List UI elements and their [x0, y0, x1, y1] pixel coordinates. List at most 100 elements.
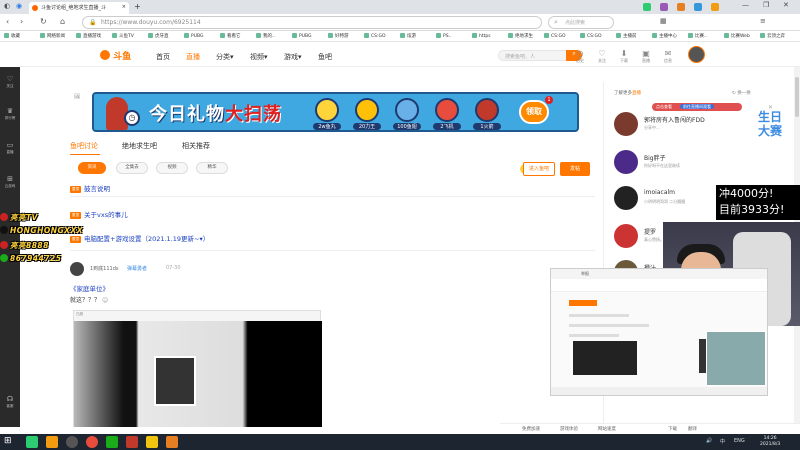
app-icon[interactable]	[66, 436, 78, 448]
reload-icon[interactable]: ↻	[40, 17, 47, 26]
bookmark-item[interactable]: CS:GO	[580, 33, 602, 39]
filter-all[interactable]: 全集去	[116, 162, 148, 174]
sidebar-item-service[interactable]: ☊ 客服	[0, 395, 20, 409]
windows-start-icon[interactable]: ⊞	[4, 436, 16, 448]
gift-power[interactable]: 20力王	[353, 98, 381, 130]
app-icon[interactable]	[26, 436, 38, 448]
bookmark-item[interactable]: PUBG	[292, 33, 312, 39]
bookmark-item[interactable]: 好特游	[328, 33, 349, 39]
back-icon[interactable]: ‹	[6, 17, 9, 26]
home-icon[interactable]: ⌂	[60, 17, 65, 26]
post-button[interactable]: 发帖	[560, 162, 590, 176]
maximize-button[interactable]: ❐	[763, 1, 769, 9]
new-tab-button[interactable]: +	[134, 2, 141, 11]
forward-icon[interactable]: ›	[20, 17, 23, 26]
filter-info[interactable]: 资讯	[78, 162, 106, 174]
side-promo-banner[interactable]: 生日大赛	[756, 110, 784, 148]
menu-icon[interactable]: ≡	[760, 17, 766, 25]
bookmark-item[interactable]: 网络新闻	[40, 33, 65, 39]
tab-pubg-bar[interactable]: 绝地求生吧	[122, 141, 157, 151]
nav-fishbar[interactable]: 鱼吧	[318, 52, 332, 62]
extension-icon[interactable]	[677, 3, 685, 11]
anchor-avatar[interactable]	[614, 186, 638, 210]
join-fishbar-button[interactable]: 进入鱼吧	[523, 162, 555, 176]
nav-live[interactable]: 直播	[186, 52, 200, 62]
sidebar-item-live[interactable]: ▭ 直播	[0, 141, 20, 155]
anchor-name[interactable]: 郭将房有入鲁闯的FDD	[644, 115, 705, 124]
bookmark-item[interactable]: https	[472, 33, 491, 39]
apps-icon[interactable]: ▦	[660, 17, 667, 25]
gift-plane[interactable]: 2飞机	[433, 98, 461, 130]
sidebar-item-follow[interactable]: ♡ 关注	[0, 75, 20, 89]
bookmark-item[interactable]: 收藏	[4, 33, 20, 39]
post-title[interactable]: 《家庭单位》	[70, 283, 109, 293]
bookmark-item[interactable]: PUBG	[184, 33, 204, 39]
system-clock[interactable]: 14:26 2021/8/3	[760, 436, 780, 448]
anchor-item[interactable]: 郭将房有入鲁闯的FDD 分享中...	[614, 112, 749, 140]
toolbar-item[interactable]: 免费加速	[522, 426, 540, 432]
bookmark-item[interactable]: 比赛..	[688, 33, 707, 39]
filter-video[interactable]: 视频	[156, 162, 188, 174]
bookmark-item[interactable]: 直播游戏	[76, 33, 101, 39]
bookmark-item[interactable]: 绝地求生	[508, 33, 533, 39]
anchor-name[interactable]: Big胖子	[644, 153, 666, 162]
bookmark-item[interactable]: 主播中心	[652, 33, 677, 39]
post-image[interactable]: 已超	[73, 310, 322, 427]
bookmark-item[interactable]: CS:GO	[544, 33, 566, 39]
bookmark-item[interactable]: 云顶之弈	[760, 33, 785, 39]
history-button[interactable]: ◷ 历史	[570, 49, 590, 64]
shield-icon[interactable]: ◉	[16, 2, 22, 10]
download-button[interactable]: ⬇ 下载	[614, 49, 634, 64]
nav-video[interactable]: 视频▾	[250, 52, 268, 62]
anchor-avatar[interactable]	[614, 112, 638, 136]
anchor-name[interactable]: 提罗	[644, 227, 656, 236]
app-icon[interactable]	[46, 436, 58, 448]
app-icon[interactable]	[86, 436, 98, 448]
nav-home[interactable]: 首页	[156, 52, 170, 62]
bookmark-item[interactable]: 比赛Web	[724, 33, 750, 39]
toolbar-item[interactable]: 游戏体验	[560, 426, 578, 432]
language-indicator[interactable]: ENG	[734, 438, 745, 444]
extension-icon[interactable]	[660, 3, 668, 11]
wechat-icon[interactable]	[106, 436, 118, 448]
bookmark-item[interactable]: CS:GO	[364, 33, 386, 39]
tab-recommend[interactable]: 相关推荐	[182, 141, 210, 151]
bookmark-item[interactable]: 虎牙直	[148, 33, 169, 39]
browser-tab[interactable]: 斗鱼讨论组_绝地求生直播_斗 ×	[29, 2, 129, 14]
anchor-item[interactable]: Big胖子 你好呀不在这里继续	[614, 150, 749, 178]
user-avatar[interactable]	[688, 46, 705, 63]
live-button[interactable]: ▣ 直播	[636, 49, 656, 64]
follow-button[interactable]: ♡ 关注	[592, 49, 612, 64]
browser-search-input[interactable]: ⌕ 点此搜索	[548, 16, 614, 29]
douyu-logo[interactable]: 斗鱼	[100, 49, 131, 62]
minimize-button[interactable]: —	[742, 1, 749, 9]
claim-button[interactable]: 领取	[519, 100, 549, 124]
extension-icon[interactable]	[711, 3, 719, 11]
live-now-badge[interactable]: 点击查看 前往直播间观看	[652, 103, 742, 111]
close-icon[interactable]: ✕	[768, 104, 773, 111]
tab-close-button[interactable]: ×	[122, 4, 126, 10]
gift-fin[interactable]: 100鱼翅	[393, 98, 421, 130]
volume-icon[interactable]: 🔊	[706, 438, 712, 444]
sidebar-item-cloud-game[interactable]: ⊞ 云游戏	[0, 175, 20, 189]
bookmark-item[interactable]: 主播前	[616, 33, 637, 39]
toolbar-item[interactable]: 下载	[668, 426, 677, 432]
browser-menu-icon[interactable]: ◐	[4, 2, 10, 10]
bookmark-item[interactable]: 斗鱼TV	[112, 33, 134, 39]
address-bar[interactable]: 🔒 https://www.douyu.com/6925114	[82, 16, 542, 29]
scrollbar-thumb[interactable]	[795, 77, 799, 117]
app-icon[interactable]	[126, 436, 138, 448]
anchor-name[interactable]: imoiacalm	[644, 189, 675, 196]
nav-category[interactable]: 分类▾	[216, 52, 234, 62]
anchor-avatar[interactable]	[614, 224, 638, 248]
tab-discussion[interactable]: 鱼吧讨论	[70, 141, 98, 151]
toolbar-item[interactable]: 网站速度	[598, 426, 616, 432]
author-name[interactable]: 1到底111ds	[90, 265, 119, 272]
sidebar-item-rank[interactable]: ♛ 排行榜	[0, 107, 20, 121]
app-icon[interactable]	[146, 436, 158, 448]
anchor-avatar[interactable]	[614, 150, 638, 174]
filter-essence[interactable]: 精华	[196, 162, 228, 174]
extension-icon[interactable]	[694, 3, 702, 11]
nav-game[interactable]: 游戏▾	[284, 52, 302, 62]
app-icon[interactable]	[166, 436, 178, 448]
